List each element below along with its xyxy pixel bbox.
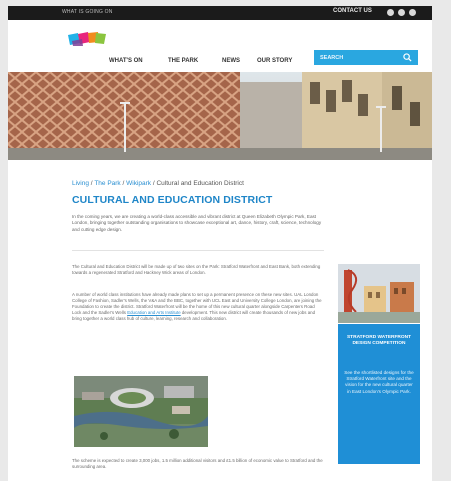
nav-item-whats-on[interactable]: WHAT'S ON [109,58,143,64]
page-title: CULTURAL AND EDUCATION DISTRICT [72,194,273,206]
nav-item-the-park[interactable]: THE PARK [168,58,198,64]
breadcrumb-separator: / [122,180,125,187]
twitter-icon[interactable] [398,9,405,16]
contact-us-link[interactable]: CONTACT US [333,8,372,14]
body-paragraph-3: The scheme is expected to create 3,000 j… [72,458,323,469]
aerial-photo [74,376,208,447]
body-paragraph-2: A number of world class institutions hav… [72,292,324,322]
sidebar-image[interactable] [338,264,420,323]
nav-item-our-story[interactable]: OUR STORY [257,58,292,64]
search-icon[interactable] [403,53,412,62]
breadcrumb-link-wikipark[interactable]: Wikipark [126,180,151,187]
facebook-icon[interactable] [387,9,394,16]
breadcrumb-link-living[interactable]: Living [72,180,89,187]
education-institute-link[interactable]: Education and Arts Institute [127,310,180,315]
instagram-icon[interactable] [409,9,416,16]
breadcrumb-separator: / [90,180,93,187]
competition-promo[interactable]: STRATFORD WATERFRONT DESIGN COMPETITION … [338,324,420,464]
breadcrumb-separator: / [152,180,155,187]
body-paragraph-1: The Cultural and Education District will… [72,264,321,275]
breadcrumb: Living / The Park / Wikipark / Cultural … [72,180,244,187]
promo-body: See the shortlisted designs for the Stra… [344,370,414,394]
divider [72,250,324,251]
nav-item-news[interactable]: NEWS [222,58,240,64]
breadcrumb-current: Cultural and Education District [156,180,244,187]
page: WHAT IS GOING ON CONTACT US WHAT'S ON TH… [8,6,432,481]
hero-image [8,72,432,160]
top-bar: WHAT IS GOING ON CONTACT US [8,6,432,20]
breadcrumb-link-the-park[interactable]: The Park [94,180,120,187]
park-logo[interactable] [66,31,110,47]
intro-text: In the coming years, we are creating a w… [72,214,322,232]
top-bar-text: WHAT IS GOING ON [62,9,113,15]
search-box [314,50,418,65]
promo-heading: STRATFORD WATERFRONT DESIGN COMPETITION [346,335,412,347]
search-input[interactable] [320,53,400,62]
